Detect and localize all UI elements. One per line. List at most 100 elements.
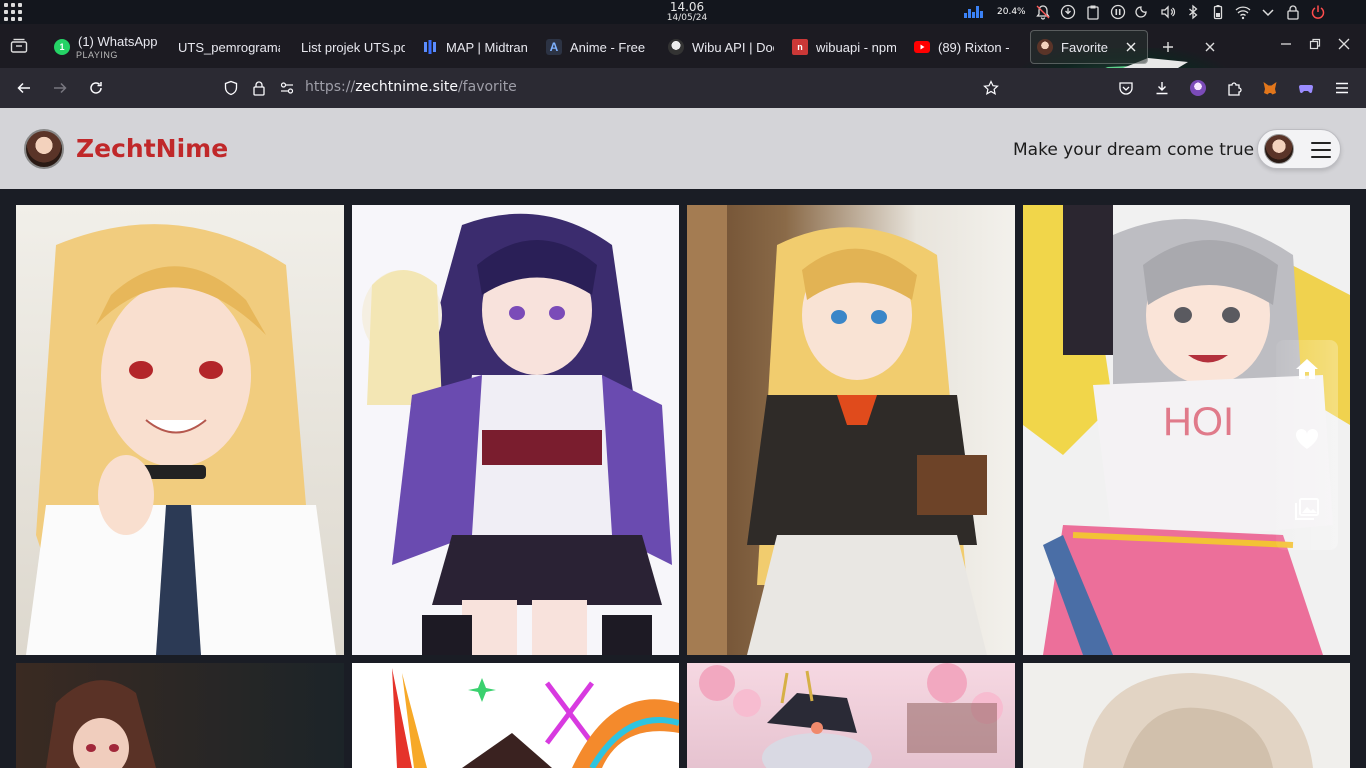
shirt-text-art: HOI (1163, 400, 1234, 444)
metamask-fox-icon[interactable] (1262, 80, 1278, 96)
media-player-icon[interactable] (1110, 4, 1126, 20)
image-art (46, 680, 156, 768)
heart-icon[interactable] (1293, 425, 1321, 453)
game-controller-icon[interactable] (1298, 80, 1314, 96)
tab-label: List projek UTS.pdf (301, 39, 405, 55)
close-window-icon[interactable] (1338, 38, 1350, 50)
site-header: ZechtNime Make your dream come true (0, 108, 1366, 189)
site-permissions-icon[interactable] (279, 80, 295, 96)
clipboard-icon[interactable] (1085, 4, 1101, 20)
battery-icon[interactable] (1210, 4, 1226, 20)
app-grid-icon[interactable] (4, 3, 22, 21)
tab-label: Wibu API | Docs (692, 39, 774, 55)
tab-anime-free[interactable]: A Anime - Free (540, 30, 650, 64)
whatsapp-icon: 1 (54, 39, 70, 55)
tab-label: Favorite (1061, 39, 1108, 55)
back-arrow-icon[interactable] (16, 80, 32, 96)
gallery-image-brown-hair-girl[interactable] (16, 663, 344, 768)
tab-label: (1) WhatsApp (78, 33, 158, 49)
update-icon[interactable] (1060, 4, 1076, 20)
tab-label: MAP | Midtrans (446, 39, 528, 55)
tracking-shield-icon[interactable] (223, 80, 239, 96)
gallery-image-purple-hair-maid[interactable] (352, 205, 679, 655)
tab-label: wibuapi - npm (816, 39, 896, 55)
chevron-down-icon[interactable] (1260, 4, 1276, 20)
new-tab-icon[interactable] (1162, 41, 1174, 53)
system-tray: 20.4% (964, 0, 1326, 24)
tab-whatsapp[interactable]: 1 (1) WhatsApp PLAYING (48, 30, 166, 64)
image-art (362, 213, 672, 655)
tab-midtrans[interactable]: MAP | Midtrans (416, 30, 528, 64)
volume-icon[interactable] (1160, 4, 1176, 20)
npm-icon: n (792, 39, 808, 55)
cpu-graph-icon[interactable] (964, 6, 988, 18)
downloads-icon[interactable] (1154, 80, 1170, 96)
midtrans-icon (422, 39, 438, 55)
browser-tab-bar: 1 (1) WhatsApp PLAYING UTS_pemrograman L… (0, 24, 1366, 132)
tab-label: Anime - Free (570, 39, 646, 55)
hamburger-menu-icon (1311, 142, 1331, 158)
url-path: /favorite (457, 79, 517, 95)
home-icon[interactable] (1293, 355, 1321, 383)
account-avatar-icon[interactable] (1190, 80, 1206, 96)
gallery-image-blonde-girl-white-shirt[interactable] (16, 205, 344, 655)
tab-wibu-api[interactable]: Wibu API | Docs (662, 30, 774, 64)
tab-wibuapi-npm[interactable]: n wibuapi - npm (786, 30, 896, 64)
tab-badge: 1 (59, 42, 65, 52)
tab-list-projek[interactable]: List projek UTS.pdf (295, 30, 405, 64)
pocket-icon[interactable] (1118, 80, 1134, 96)
zechtnime-avatar-icon (1037, 39, 1053, 55)
clock-date: 14/05/24 (666, 13, 708, 23)
logo-avatar[interactable] (24, 129, 64, 169)
url-host: zechtnime.site (355, 79, 458, 95)
image-art (687, 205, 987, 655)
app-menu-icon[interactable] (1334, 80, 1350, 96)
night-light-icon[interactable] (1135, 4, 1151, 20)
tab-youtube-rixton[interactable]: (89) Rixton - (908, 30, 1018, 64)
cpu-percent: 20.4% (997, 7, 1026, 17)
url-scheme: https:// (305, 79, 356, 95)
gallery-image-colorful-splash-art[interactable] (352, 663, 679, 768)
tab-favorite[interactable]: Favorite (1030, 30, 1148, 64)
minimize-icon[interactable] (1280, 38, 1292, 50)
wibu-avatar-icon (668, 39, 684, 55)
youtube-icon (914, 39, 930, 55)
notification-bell-icon[interactable] (1035, 4, 1051, 20)
lock-screen-icon[interactable] (1285, 4, 1301, 20)
reload-icon[interactable] (88, 80, 104, 96)
image-art (26, 224, 336, 655)
favorite-gallery: HOI (0, 189, 1366, 768)
bluetooth-icon[interactable] (1185, 4, 1201, 20)
bookmark-star-icon[interactable] (983, 80, 999, 96)
gallery-image-blonde-girl-library[interactable] (687, 205, 1015, 655)
tab-uts-pemrograman[interactable]: UTS_pemrograman (172, 30, 280, 64)
address-bar[interactable]: https://zechtnime.site/favorite (305, 79, 517, 95)
avatar (1264, 134, 1294, 164)
system-bar: 14.06 14/05/24 20.4% (0, 0, 1366, 24)
system-clock[interactable]: 14.06 14/05/24 (640, 1, 734, 23)
tab-label: (89) Rixton - (938, 39, 1010, 55)
tab-playing-status: PLAYING (76, 50, 118, 60)
forward-arrow-icon[interactable] (52, 80, 68, 96)
user-menu-button[interactable] (1257, 129, 1341, 169)
site-tagline: Make your dream come true (1013, 140, 1255, 160)
tab-label: UTS_pemrograman (178, 39, 280, 55)
gallery-image-pale-hair-girl[interactable] (1023, 663, 1350, 768)
power-icon[interactable] (1310, 4, 1326, 20)
wifi-icon[interactable] (1235, 4, 1251, 20)
image-art (392, 668, 679, 768)
lock-icon[interactable] (251, 80, 267, 96)
image-art (699, 663, 1003, 768)
clock-time: 14.06 (669, 0, 705, 14)
image-art (1083, 673, 1313, 768)
gallery-image-sakura-white-hair-girl[interactable] (687, 663, 1015, 768)
tab-overview-icon[interactable] (10, 38, 28, 54)
anime-icon: A (546, 39, 562, 55)
list-tabs-icon[interactable] (1204, 41, 1216, 53)
extensions-puzzle-icon[interactable] (1226, 80, 1242, 96)
close-tab-icon[interactable] (1125, 41, 1137, 53)
floating-side-nav (1276, 340, 1338, 550)
maximize-icon[interactable] (1309, 38, 1321, 50)
gallery-icon[interactable] (1293, 495, 1321, 523)
site-brand[interactable]: ZechtNime (76, 134, 228, 163)
